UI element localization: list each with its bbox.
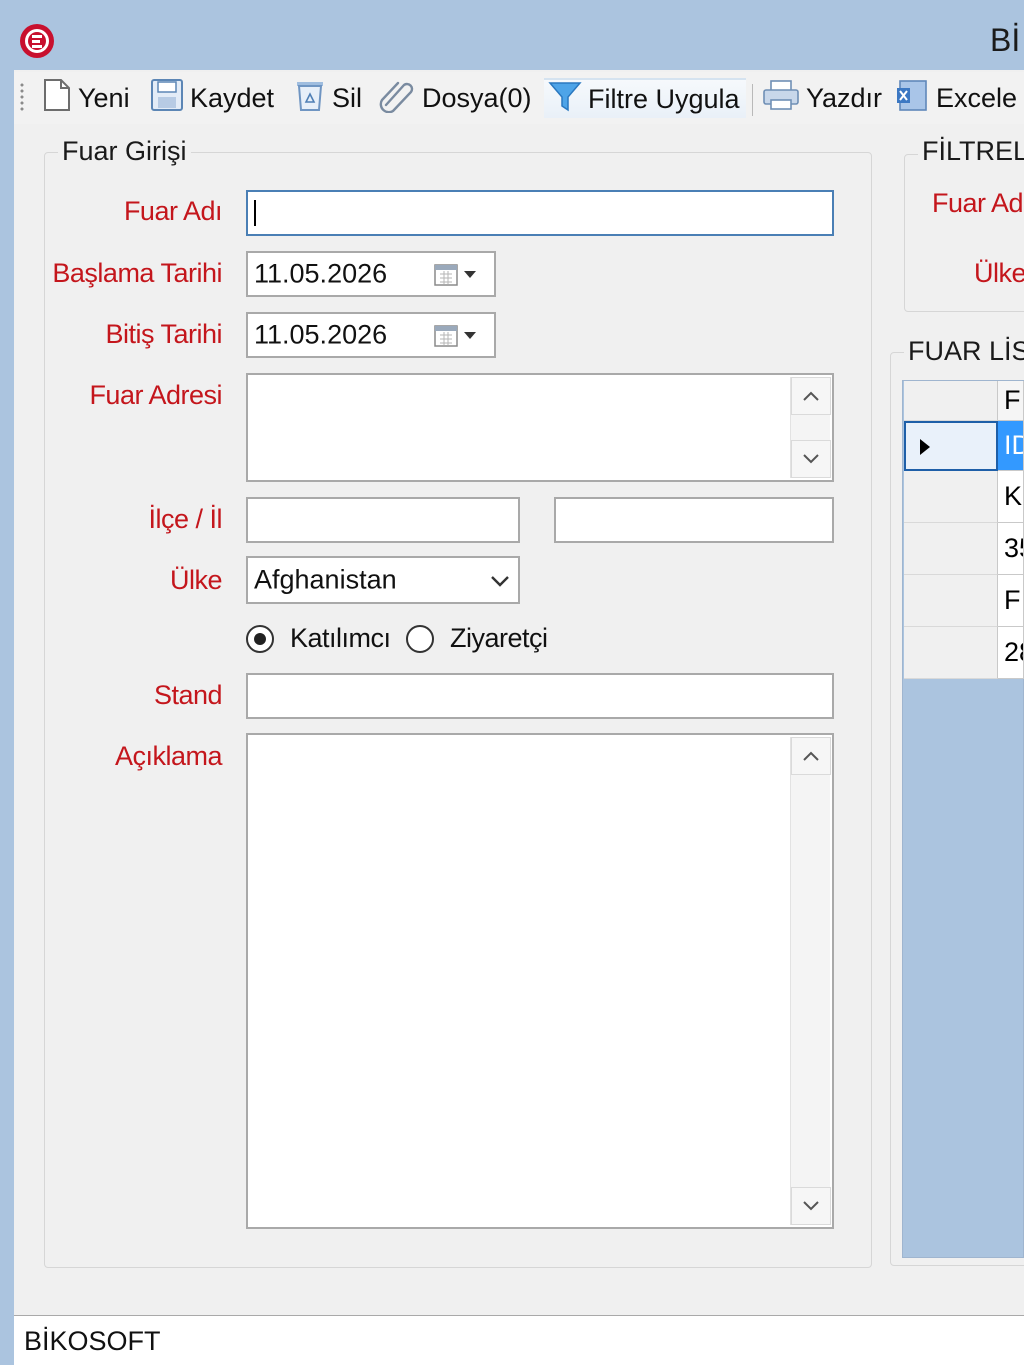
grid-column-header-text: F (1004, 385, 1021, 415)
stand-input[interactable] (246, 673, 834, 719)
fair-list-group-title: FUAR LİS (904, 336, 1024, 367)
excel-export-icon (896, 78, 930, 119)
scroll-down-button[interactable] (791, 440, 831, 478)
new-document-icon (42, 78, 72, 119)
grid-row-header[interactable] (904, 523, 998, 575)
table-row[interactable]: 35 (998, 523, 1024, 575)
save-disk-icon (150, 78, 184, 119)
chevron-down-icon (803, 1201, 819, 1211)
table-row[interactable]: KI (998, 471, 1024, 523)
export-excel-button[interactable]: Excele Ç (896, 78, 1024, 118)
description-textarea[interactable] (246, 733, 834, 1229)
fair-name-input[interactable] (246, 190, 834, 236)
grid-row-header[interactable] (904, 471, 998, 523)
filter-country-label: Ülke (974, 258, 1024, 288)
grid-cell-text: FI (1004, 585, 1023, 615)
paperclip-icon (378, 77, 416, 120)
start-date-label: Başlama Tarihi (52, 258, 222, 288)
participant-radio-circle[interactable] (246, 624, 274, 653)
current-row-arrow-icon (920, 439, 930, 455)
chevron-up-icon (803, 751, 819, 761)
address-scrollbar[interactable] (790, 377, 831, 478)
fair-address-textarea[interactable] (246, 373, 834, 482)
grid-row-header-selected[interactable] (904, 421, 998, 471)
grid-cell-text: KI (1004, 481, 1023, 511)
print-button[interactable]: Yazdır (762, 78, 882, 118)
table-row[interactable]: FI (998, 575, 1024, 627)
calendar-dropdown-icon[interactable] (434, 324, 486, 353)
grid-cell-text: 35 (1004, 533, 1023, 563)
start-date-picker[interactable]: 11.05.2026 (246, 251, 496, 297)
chevron-up-icon (803, 391, 819, 401)
table-row[interactable]: 28 (998, 627, 1024, 679)
table-row[interactable]: ID (998, 421, 1024, 471)
new-button[interactable]: Yeni (42, 78, 130, 118)
country-value: Afghanistan (254, 564, 397, 595)
chevron-down-icon (803, 454, 819, 464)
district-input[interactable] (246, 497, 520, 543)
fair-address-label: Fuar Adresi (89, 380, 222, 410)
new-button-label: Yeni (78, 82, 130, 113)
delete-button-label: Sil (332, 82, 363, 113)
end-date-picker[interactable]: 11.05.2026 (246, 312, 496, 358)
apply-filter-label: Filtre Uygula (588, 83, 740, 114)
country-select[interactable]: Afghanistan (246, 556, 520, 604)
funnel-filter-icon (548, 79, 582, 120)
save-button-label: Kaydet (190, 82, 275, 113)
printer-icon (762, 78, 800, 119)
toolbar-grip[interactable] (20, 82, 24, 112)
calendar-dropdown-icon[interactable] (434, 263, 486, 292)
grid-row-header[interactable] (904, 575, 998, 627)
city-input[interactable] (554, 497, 834, 543)
fair-entry-group-title: Fuar Girişi (58, 136, 191, 167)
grid-cell-text: 28 (1004, 637, 1023, 667)
title-bar (0, 0, 1024, 70)
radio-selected-dot (254, 632, 266, 645)
scroll-up-button[interactable] (791, 377, 831, 415)
description-label: Açıklama (114, 741, 223, 771)
delete-button[interactable]: Sil (294, 78, 362, 118)
scroll-up-button[interactable] (791, 737, 831, 775)
stand-label: Stand (153, 680, 223, 710)
start-date-value: 11.05.2026 (254, 258, 388, 289)
grid-column-header[interactable]: F (998, 381, 1024, 421)
file-attach-label: Dosya(0) (422, 82, 532, 113)
fair-name-label: Fuar Adı (123, 196, 223, 226)
status-bar-text: BİKOSOFT (24, 1326, 161, 1356)
print-button-label: Yazdır (806, 82, 883, 113)
scroll-down-button[interactable] (791, 1187, 831, 1225)
district-city-label: İlçe / İl (148, 504, 222, 534)
participant-radio[interactable]: Katılımcı (246, 623, 391, 654)
grid-cell-text: ID (1004, 430, 1023, 460)
save-button[interactable]: Kaydet (150, 78, 274, 118)
file-attach-button[interactable]: Dosya(0) (378, 78, 532, 118)
chevron-down-icon (490, 574, 510, 593)
end-date-value: 11.05.2026 (254, 319, 388, 350)
filter-fair-name-label: Fuar Adı (932, 188, 1024, 218)
visitor-radio-label: Ziyaretçi (450, 623, 548, 653)
text-caret (254, 200, 256, 226)
grid-row-header[interactable] (904, 627, 998, 679)
description-scrollbar[interactable] (790, 737, 831, 1225)
filter-group-title: FİLTREL (918, 136, 1024, 167)
visitor-radio-circle[interactable] (406, 624, 434, 653)
visitor-radio[interactable]: Ziyaretçi (406, 623, 548, 654)
grid-corner-header (904, 381, 998, 421)
country-label: Ülke (169, 565, 223, 595)
apply-filter-button[interactable]: Filtre Uygula (544, 78, 746, 118)
export-excel-label: Excele Ç (936, 82, 1024, 113)
toolbar-separator (752, 84, 753, 116)
window-title: Bİ (990, 22, 1021, 58)
end-date-label: Bitiş Tarihi (105, 319, 222, 349)
participant-radio-label: Katılımcı (290, 623, 391, 653)
recycle-bin-icon (294, 78, 326, 119)
status-bar (14, 1315, 1024, 1365)
app-logo-icon (18, 22, 56, 60)
